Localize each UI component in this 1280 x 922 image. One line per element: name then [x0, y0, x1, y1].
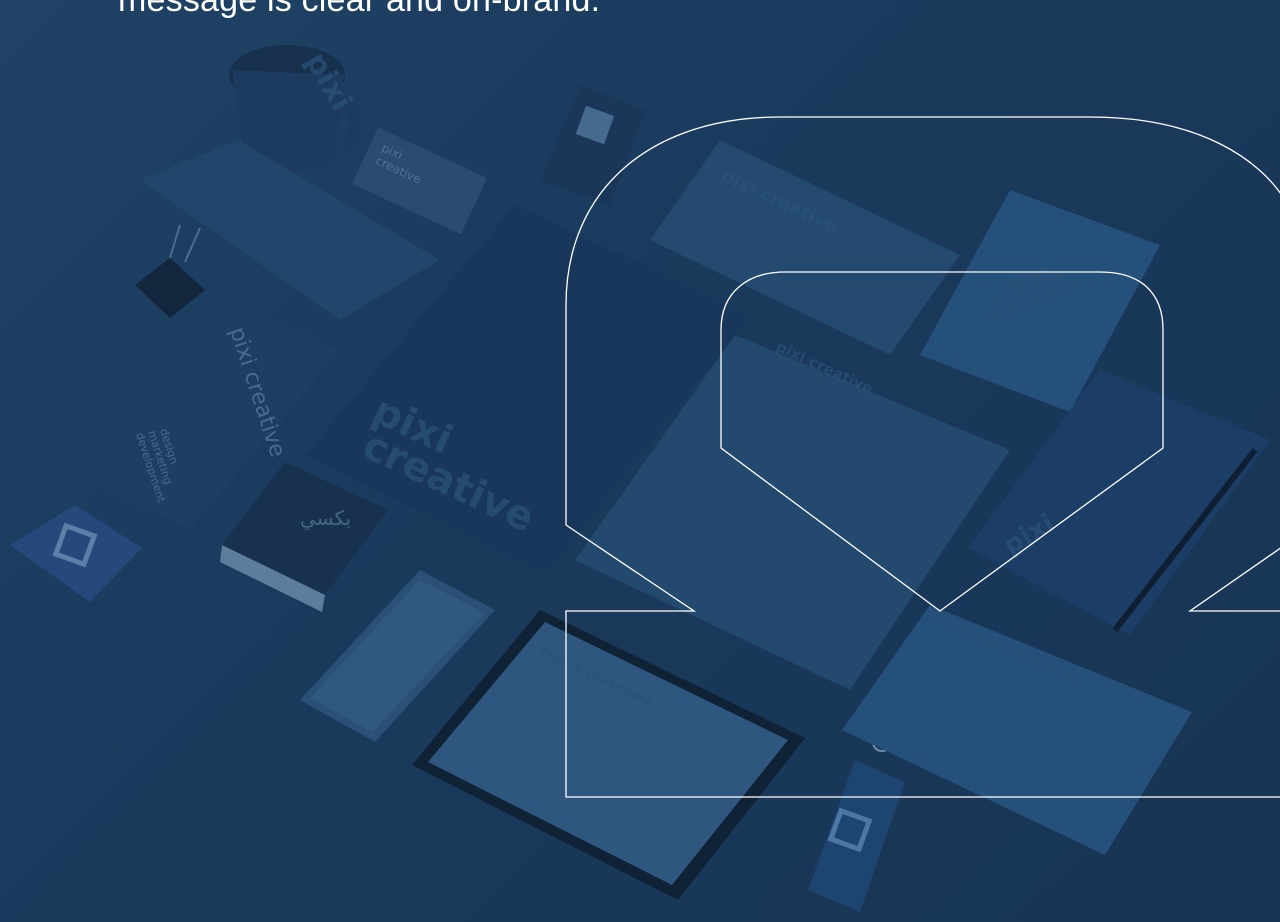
logo-card: [10, 505, 142, 602]
id-badge: [540, 22, 720, 205]
gift-box: بكسي: [220, 462, 388, 612]
keychain: [808, 732, 905, 912]
business-card: pixi creative: [352, 127, 488, 235]
binder-clip: [135, 224, 205, 318]
notebook: pixi: [968, 370, 1270, 635]
flyer: design marketing development: [920, 190, 1160, 412]
box-arabic: بكسي: [300, 506, 351, 531]
tablet: Future Workspace: [412, 610, 805, 900]
company-overview-brochure: company overview: [842, 605, 1192, 855]
brand-showcase-page: message is clear and on-brand. pixi pixi…: [0, 0, 1280, 922]
stationery-mockup-image: pixi pixi creative pixi creative design …: [10, 22, 1270, 912]
